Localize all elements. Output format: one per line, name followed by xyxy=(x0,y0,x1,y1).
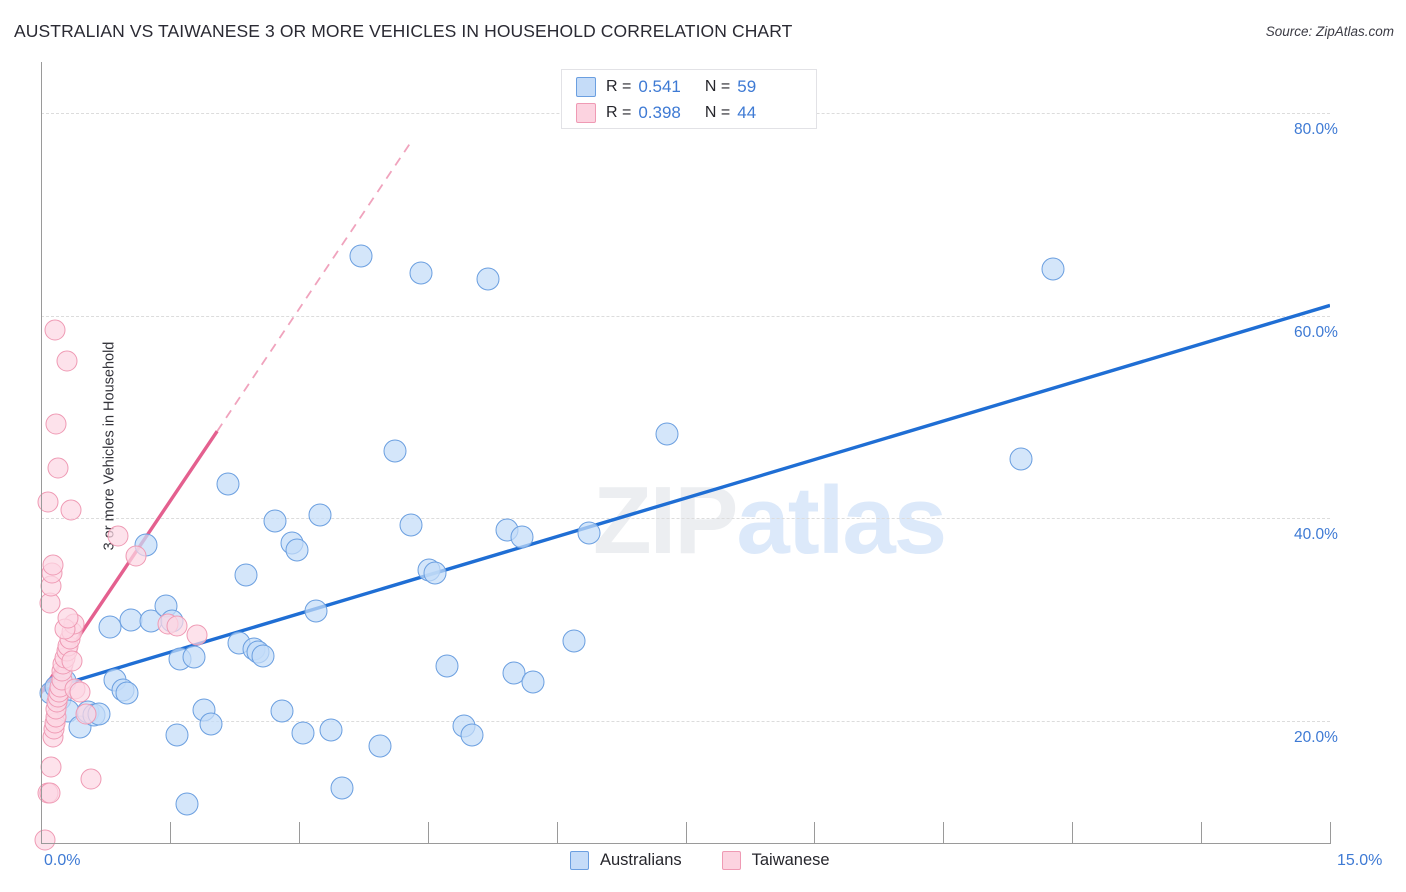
scatter-point xyxy=(44,319,66,341)
scatter-point xyxy=(349,244,373,268)
scatter-point xyxy=(39,782,61,804)
scatter-point xyxy=(304,599,328,623)
scatter-point xyxy=(1041,257,1065,281)
scatter-point xyxy=(115,681,139,705)
scatter-point xyxy=(199,712,223,736)
x-axis-max-label: 15.0% xyxy=(1337,852,1383,869)
n-value-taiwanese: 44 xyxy=(737,103,757,122)
stats-row-taiwanese: R = 0.398 N = 44 xyxy=(576,100,756,126)
series-legend: Australians Taiwanese xyxy=(570,851,830,870)
x-axis-tick xyxy=(943,822,945,843)
x-axis-tick xyxy=(685,822,687,843)
scatter-point xyxy=(42,554,64,576)
scatter-point xyxy=(562,629,586,653)
r-value-australians: 0.541 xyxy=(638,77,681,96)
legend-swatch-australians-icon xyxy=(570,851,589,870)
scatter-point xyxy=(186,624,208,646)
trendlines-layer xyxy=(41,139,1330,694)
x-axis-tick xyxy=(1072,822,1074,843)
series-swatch-blue-icon xyxy=(576,77,596,97)
scatter-point xyxy=(521,670,545,694)
y-axis-tick-label: 80.0% xyxy=(1294,120,1338,138)
x-axis-tick xyxy=(556,822,558,843)
scatter-point xyxy=(423,561,447,585)
y-axis-tick-label: 60.0% xyxy=(1294,323,1338,341)
scatter-point xyxy=(319,718,343,742)
scatter-point xyxy=(330,776,354,800)
x-axis-tick xyxy=(1201,822,1203,843)
scatter-point xyxy=(251,644,275,668)
r-label: R = xyxy=(606,104,632,121)
scatter-point xyxy=(107,525,129,547)
scatter-point xyxy=(175,792,199,816)
scatter-point xyxy=(47,457,69,479)
scatter-point xyxy=(57,607,79,629)
x-axis-line xyxy=(41,843,1331,844)
scatter-point xyxy=(435,654,459,677)
scatter-point xyxy=(61,650,83,672)
page-title: AUSTRALIAN VS TAIWANESE 3 OR MORE VEHICL… xyxy=(14,21,793,41)
scatter-point xyxy=(45,413,67,435)
scatter-point xyxy=(216,472,240,496)
scatter-point xyxy=(165,723,189,747)
scatter-point xyxy=(460,723,484,747)
scatter-point xyxy=(69,681,91,703)
stats-row-australians: R = 0.541 N = 59 xyxy=(576,74,756,100)
scatter-point xyxy=(166,615,188,637)
scatter-point xyxy=(263,509,287,533)
scatter-point xyxy=(182,645,206,669)
scatter-point xyxy=(409,261,433,285)
scatter-point xyxy=(1009,447,1033,471)
scatter-point xyxy=(368,734,392,758)
plot-area: ZIPatlas xyxy=(34,62,1330,851)
scatter-point xyxy=(577,521,601,545)
y-axis-line xyxy=(41,62,42,844)
chart-root: AUSTRALIAN VS TAIWANESE 3 OR MORE VEHICL… xyxy=(0,0,1406,892)
x-axis-tick xyxy=(427,822,429,843)
x-axis-tick xyxy=(169,822,171,843)
correlation-stats-legend: R = 0.541 N = 59 R = 0.398 N = 44 xyxy=(561,69,817,129)
n-label: N = xyxy=(704,104,731,121)
scatter-point xyxy=(234,563,258,587)
n-label: N = xyxy=(704,78,731,95)
y-axis-tick-label: 40.0% xyxy=(1294,526,1338,544)
scatter-point xyxy=(270,699,294,723)
scatter-point xyxy=(40,756,62,778)
legend-swatch-taiwanese-icon xyxy=(721,851,741,870)
trendline-extension-taiwanese xyxy=(216,139,413,432)
x-axis-tick xyxy=(298,822,300,843)
scatter-point xyxy=(98,615,122,639)
scatter-point xyxy=(80,768,102,790)
scatter-point xyxy=(399,513,422,536)
legend-label-taiwanese: Taiwanese xyxy=(751,851,830,869)
scatter-point xyxy=(383,439,407,463)
x-axis-tick xyxy=(41,822,42,843)
scatter-point xyxy=(125,545,147,567)
scatter-point xyxy=(510,525,534,549)
scatter-point xyxy=(308,503,332,527)
r-value-taiwanese: 0.398 xyxy=(638,103,681,122)
r-label: R = xyxy=(606,78,632,95)
x-axis-min-label: 0.0% xyxy=(44,852,81,869)
x-axis-tick xyxy=(814,822,816,843)
n-value-australians: 59 xyxy=(737,77,757,96)
scatter-point xyxy=(34,829,56,851)
legend-label-australians: Australians xyxy=(600,851,682,869)
legend-item-australians[interactable]: Australians xyxy=(570,851,682,870)
x-axis-tick xyxy=(1330,822,1331,843)
source-attribution: Source: ZipAtlas.com xyxy=(1265,24,1394,39)
y-axis-tick-label: 20.0% xyxy=(1294,729,1338,747)
scatter-point xyxy=(655,422,679,446)
scatter-point xyxy=(56,350,78,372)
scatter-point xyxy=(285,538,309,562)
scatter-point xyxy=(75,703,97,725)
legend-item-taiwanese[interactable]: Taiwanese xyxy=(721,851,830,870)
scatter-point xyxy=(60,499,82,521)
scatter-point xyxy=(291,721,315,745)
series-swatch-pink-icon xyxy=(576,103,596,123)
scatter-point xyxy=(476,267,500,291)
